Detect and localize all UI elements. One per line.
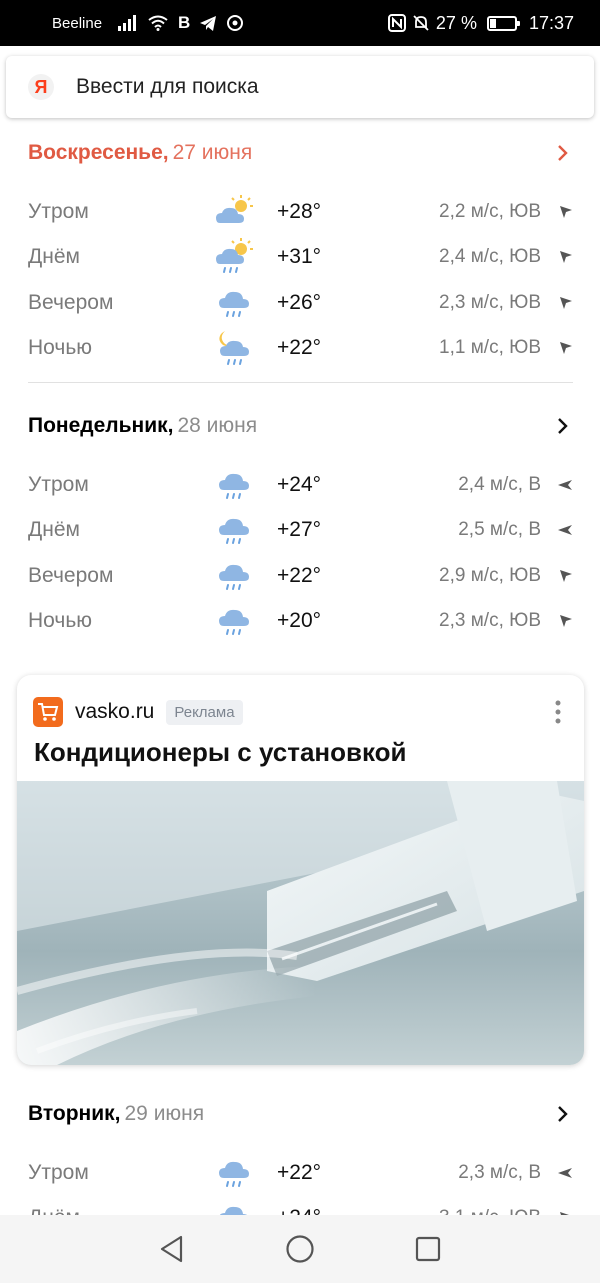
period-label: Утром (28, 472, 89, 496)
forecast-rows: Утром +24° 2,4 м/с, В Днём +27° 2,5 м/с, В Веч… (28, 462, 573, 644)
day-header[interactable]: Понедельник, 28 июня (28, 411, 573, 441)
forecast-row: Днём +27° 2,5 м/с, В (28, 508, 573, 554)
wind-info: 2,2 м/с, ЮВ (439, 200, 541, 222)
wind-direction-icon (541, 1167, 573, 1179)
yandex-logo-icon: Я (28, 74, 54, 100)
wind-info: 2,9 м/с, ЮВ (439, 564, 541, 586)
forecast-rows: Утром +28° 2,2 м/с, ЮВ Днём +31° 2,4 м/с, ЮВ В… (28, 189, 573, 371)
forecast-row: Ночью +20° 2,3 м/с, ЮВ (28, 599, 573, 645)
day-name: Воскресенье, (28, 141, 169, 164)
muted-bell-icon (412, 14, 430, 32)
temperature: +22° (277, 336, 322, 360)
period-label: Днём (28, 518, 80, 542)
carrier-label: Beeline (52, 14, 103, 32)
chevron-right-icon[interactable] (553, 138, 573, 168)
ad-header: vasko.ru Реклама (33, 697, 568, 727)
ad-card[interactable]: vasko.ru Реклама Кондиционеры с установк… (17, 675, 584, 1065)
system-nav-bar (0, 1215, 600, 1283)
chevron-right-icon[interactable] (553, 411, 573, 441)
forecast-row: Ночью +22° 1,1 м/с, ЮВ (28, 326, 573, 372)
temperature: +26° (277, 290, 322, 314)
cloud-rain-icon (210, 556, 260, 596)
ad-domain[interactable]: vasko.ru (75, 700, 154, 724)
telegram-icon (200, 15, 217, 31)
period-label: Утром (28, 199, 89, 223)
signal-icon (118, 15, 138, 31)
sun-cloud-rain-icon (210, 237, 260, 277)
temperature: +22° (277, 563, 322, 587)
period-label: Утром (28, 1160, 89, 1184)
chrome-icon (227, 15, 244, 31)
clock: 17:37 (528, 12, 574, 33)
forecast-row: Вечером +22° 2,9 м/с, ЮВ (28, 553, 573, 599)
wind-direction-icon (541, 569, 573, 583)
wind-direction-icon (541, 296, 573, 310)
more-options-icon[interactable] (548, 697, 568, 727)
wind-info: 2,3 м/с, ЮВ (439, 291, 541, 313)
vk-app-icon: B (178, 13, 191, 32)
wind-info: 2,5 м/с, В (458, 519, 541, 541)
partly-cloudy-icon (210, 192, 260, 232)
period-label: Вечером (28, 563, 114, 587)
battery-icon (486, 15, 520, 31)
period-label: Ночью (28, 336, 93, 360)
wifi-icon (148, 15, 168, 31)
nfc-icon (387, 14, 406, 32)
period-label: Днём (28, 245, 80, 269)
wind-direction-icon (541, 479, 573, 491)
forecast-row: Вечером +26° 2,3 м/с, ЮВ (28, 280, 573, 326)
day-block-monday: Понедельник, 28 июня Утром +24° 2,4 м/с, В… (28, 411, 573, 644)
wind-info: 2,4 м/с, ЮВ (439, 246, 541, 268)
wind-direction-icon (541, 614, 573, 628)
day-header[interactable]: Вторник, 29 июня (28, 1099, 573, 1129)
cloud-rain-icon (210, 1153, 260, 1193)
temperature: +27° (277, 518, 322, 542)
day-name: Понедельник, (28, 414, 174, 437)
period-label: Ночью (28, 609, 93, 633)
home-icon[interactable] (236, 1219, 364, 1279)
search-bar[interactable]: Я Ввести для поиска (6, 56, 594, 118)
temperature: +24° (277, 472, 322, 496)
forecast-row: Утром +22° 2,3 м/с, В (28, 1150, 573, 1196)
ad-badge: Реклама (166, 699, 243, 725)
cloud-rain-icon (210, 465, 260, 505)
status-bar: Beeline B 27 % 17:37 (0, 0, 600, 46)
day-date: 29 июня (124, 1102, 205, 1125)
period-label: Вечером (28, 290, 114, 314)
wind-direction-icon (541, 524, 573, 536)
weather-app-screen: Beeline B 27 % 17:37 Я Ввести для поиска… (0, 0, 600, 1283)
day-date: 28 июня (177, 414, 258, 437)
temperature: +31° (277, 245, 322, 269)
temperature: +22° (277, 1160, 322, 1184)
wind-direction-icon (541, 205, 573, 219)
temperature: +28° (277, 199, 322, 223)
battery-percent: 27 % (435, 12, 477, 33)
day-header[interactable]: Воскресенье, 27 июня (28, 138, 573, 168)
chevron-right-icon[interactable] (553, 1099, 573, 1129)
divider (28, 382, 573, 383)
wind-info: 2,4 м/с, В (458, 473, 541, 495)
cloud-rain-icon (210, 601, 260, 641)
search-input[interactable]: Ввести для поиска (76, 75, 259, 99)
day-block-sunday: Воскресенье, 27 июня Утром +28° 2,2 м/с, Ю… (28, 138, 573, 371)
ad-title[interactable]: Кондиционеры с установкой (34, 737, 407, 768)
day-name: Вторник, (28, 1102, 121, 1125)
wind-info: 2,3 м/с, В (458, 1161, 541, 1183)
moon-cloud-rain-icon (210, 328, 260, 368)
cloud-rain-icon (210, 283, 260, 323)
forecast-row: Утром +24° 2,4 м/с, В (28, 462, 573, 508)
forecast-row: Утром +28° 2,2 м/с, ЮВ (28, 189, 573, 235)
temperature: +20° (277, 609, 322, 633)
wind-direction-icon (541, 341, 573, 355)
cloud-rain-icon (210, 510, 260, 550)
day-date: 27 июня (172, 141, 253, 164)
wind-direction-icon (541, 250, 573, 264)
wind-info: 1,1 м/с, ЮВ (439, 337, 541, 359)
wind-info: 2,3 м/с, ЮВ (439, 610, 541, 632)
back-icon[interactable] (108, 1219, 236, 1279)
recents-icon[interactable] (364, 1219, 492, 1279)
forecast-row: Днём +31° 2,4 м/с, ЮВ (28, 235, 573, 281)
shop-cart-icon (33, 697, 63, 727)
air-conditioner-photo[interactable] (17, 781, 584, 1065)
